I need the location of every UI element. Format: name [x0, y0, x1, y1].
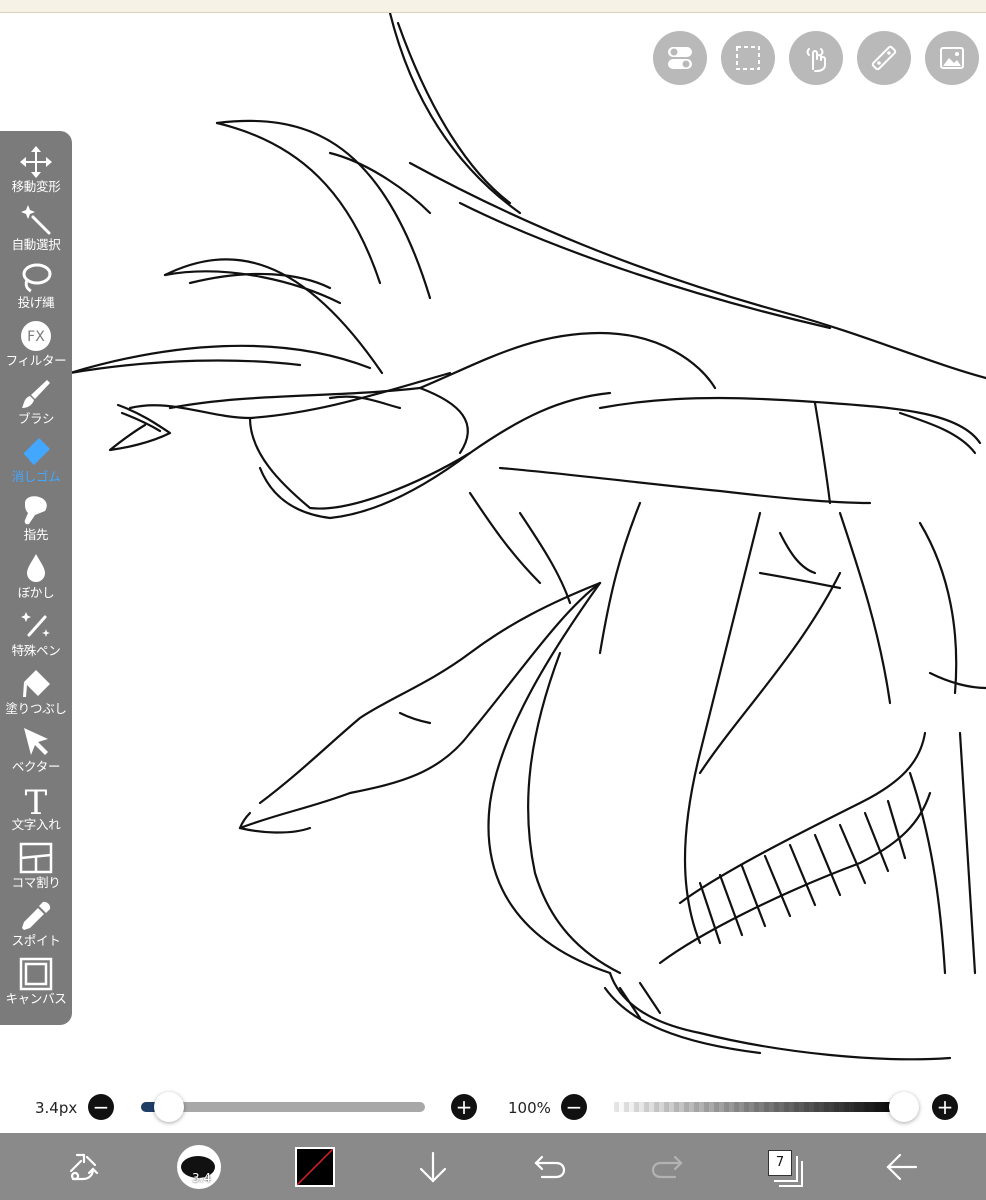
tool-label: コマ割り — [11, 875, 61, 890]
finger-icon — [24, 496, 47, 525]
svg-text:FX: FX — [27, 329, 45, 345]
toggle-icon — [668, 47, 692, 69]
eraser-icon — [22, 438, 50, 465]
tool-lasso[interactable]: 投げ縄 — [0, 261, 72, 319]
brush-preview: 3.4 — [177, 1144, 221, 1189]
canvas-icon — [19, 957, 53, 991]
tool-frame-divider[interactable]: コマ割り — [0, 841, 72, 899]
selection-button[interactable] — [721, 31, 775, 85]
plus-icon: + — [455, 1095, 473, 1119]
image-icon — [940, 47, 964, 69]
tool-label: ブラシ — [17, 411, 55, 426]
transform-arrows-icon — [69, 1153, 99, 1180]
tool-label: フィルター — [5, 353, 67, 368]
tool-filter[interactable]: FX フィルター — [0, 319, 72, 377]
down-arrow-icon — [419, 1151, 447, 1183]
color-button[interactable] — [285, 1133, 345, 1200]
toggle-button[interactable] — [653, 31, 707, 85]
vector-arrow-icon — [24, 728, 48, 755]
ruler-icon — [871, 45, 897, 71]
selection-icon — [736, 46, 760, 70]
minus-icon: − — [565, 1095, 583, 1119]
brush-size-value: 3.4px — [35, 1099, 78, 1117]
undo-button[interactable] — [520, 1133, 580, 1200]
tool-blur[interactable]: ぼかし — [0, 551, 72, 609]
move-icon — [20, 146, 52, 178]
transparent-slash-icon — [297, 1148, 333, 1185]
tool-label: 特殊ペン — [11, 643, 61, 658]
layers-icon: 7 — [768, 1149, 803, 1187]
opacity-slider-knob[interactable] — [889, 1092, 919, 1122]
tool-move-transform[interactable]: 移動変形 — [0, 145, 72, 203]
transform-button[interactable] — [53, 1133, 113, 1200]
opacity-decrease-button[interactable]: − — [561, 1094, 587, 1120]
undo-icon — [534, 1155, 566, 1178]
eyedropper-icon — [22, 901, 51, 930]
plus-icon: + — [936, 1095, 954, 1119]
tool-auto-select[interactable]: 自動選択 — [0, 203, 72, 261]
fill-bucket-icon — [23, 670, 50, 697]
reference-image-button[interactable] — [925, 31, 979, 85]
drawing-canvas[interactable] — [0, 13, 986, 1083]
layers-button[interactable]: 7 — [755, 1133, 815, 1200]
tool-canvas[interactable]: キャンバス — [0, 957, 72, 1015]
tool-eraser[interactable]: 消しゴム — [0, 435, 72, 493]
ruler-button[interactable] — [857, 31, 911, 85]
back-button[interactable] — [872, 1133, 932, 1200]
tool-label: 文字入れ — [11, 817, 61, 832]
size-increase-button[interactable]: + — [451, 1094, 477, 1120]
tool-palette: 移動変形 自動選択 投げ縄 FX フィルター ブラシ 消しゴム 指先 ぼかし 特… — [0, 131, 72, 1025]
tool-label: 塗りつぶし — [5, 701, 67, 716]
tool-fill[interactable]: 塗りつぶし — [0, 667, 72, 725]
brush-settings-bar: 3.4px − + 100% − + — [0, 1083, 986, 1133]
tool-label: ベクター — [11, 759, 61, 774]
tool-vector[interactable]: ベクター — [0, 725, 72, 783]
line-art-drawing — [68, 13, 986, 1061]
gesture-hand-icon — [806, 48, 826, 72]
text-icon: T — [25, 783, 48, 817]
brush-icon — [22, 380, 50, 408]
tool-special-pen[interactable]: 特殊ペン — [0, 609, 72, 667]
tool-label: 自動選択 — [11, 237, 61, 252]
color-swatch — [295, 1146, 335, 1187]
gesture-button[interactable] — [789, 31, 843, 85]
tool-text[interactable]: T 文字入れ — [0, 783, 72, 841]
brush-preview-size: 3.4 — [192, 1170, 212, 1185]
opacity-slider[interactable] — [614, 1102, 904, 1112]
status-strip — [0, 0, 986, 13]
size-decrease-button[interactable]: − — [88, 1094, 114, 1120]
layer-count: 7 — [768, 1149, 792, 1176]
fx-filter-icon: FX — [21, 321, 51, 351]
bottom-toolbar: 3.4 7 — [0, 1133, 986, 1200]
frame-divider-icon — [19, 842, 53, 874]
tool-label: キャンバス — [5, 991, 67, 1006]
download-button[interactable] — [403, 1133, 463, 1200]
redo-icon — [651, 1155, 683, 1178]
tool-label: 消しゴム — [11, 469, 61, 484]
tool-label: スポイト — [11, 933, 61, 948]
magic-wand-icon — [21, 205, 51, 235]
tool-label: ぼかし — [17, 585, 55, 600]
opacity-value: 100% — [508, 1099, 551, 1117]
back-arrow-icon — [886, 1153, 918, 1180]
brush-size-slider-knob[interactable] — [154, 1092, 185, 1122]
opacity-increase-button[interactable]: + — [932, 1094, 958, 1120]
redo-button[interactable] — [637, 1133, 697, 1200]
svg-text:T: T — [25, 783, 48, 817]
tool-finger[interactable]: 指先 — [0, 493, 72, 551]
special-pen-icon — [21, 612, 50, 637]
tool-label: 移動変形 — [11, 179, 61, 194]
tool-label: 投げ縄 — [17, 295, 55, 310]
blur-drop-icon — [27, 554, 45, 582]
lasso-icon — [22, 263, 52, 293]
tool-brush[interactable]: ブラシ — [0, 377, 72, 435]
tool-label: 指先 — [23, 527, 49, 542]
tool-eyedropper[interactable]: スポイト — [0, 899, 72, 957]
brush-preview-button[interactable]: 3.4 — [169, 1133, 229, 1200]
minus-icon: − — [92, 1095, 110, 1119]
